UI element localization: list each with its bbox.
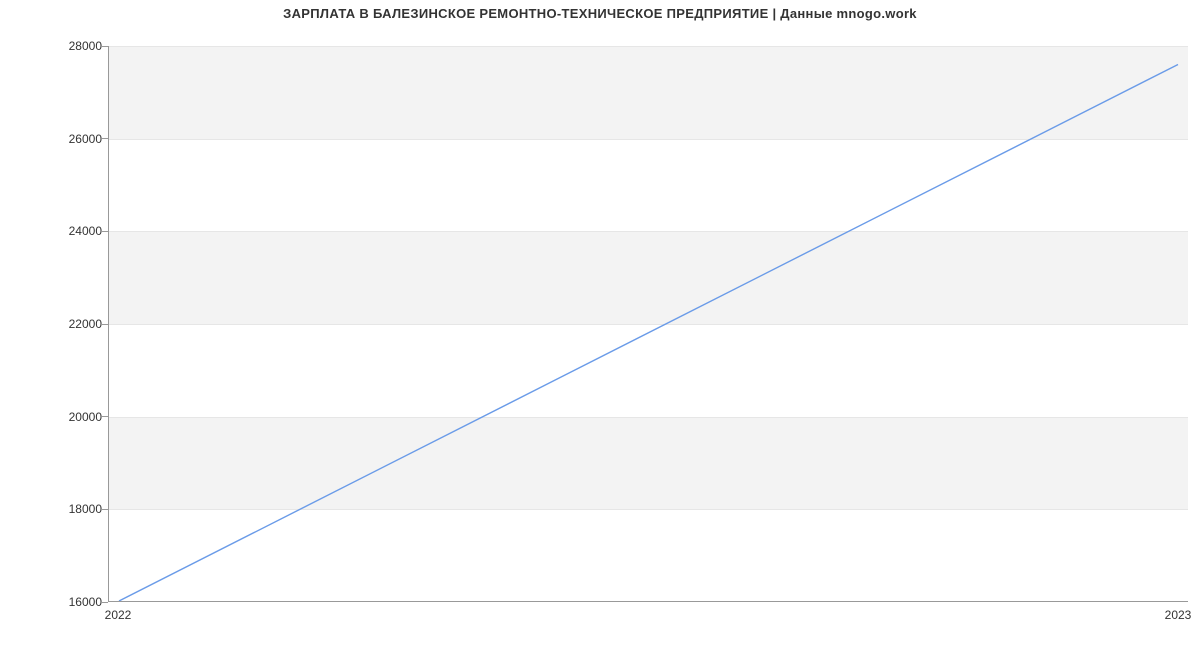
chart-title: ЗАРПЛАТА В БАЛЕЗИНСКОЕ РЕМОНТНО-ТЕХНИЧЕС… xyxy=(0,6,1200,21)
y-tick-label: 16000 xyxy=(69,595,102,609)
salary-line-chart: ЗАРПЛАТА В БАЛЕЗИНСКОЕ РЕМОНТНО-ТЕХНИЧЕС… xyxy=(0,0,1200,650)
y-tick-label: 22000 xyxy=(69,317,102,331)
data-line xyxy=(109,46,1188,601)
y-tick-label: 24000 xyxy=(69,224,102,238)
y-tick-label: 20000 xyxy=(69,410,102,424)
plot-area xyxy=(108,46,1188,602)
y-tick-label: 28000 xyxy=(69,39,102,53)
y-tick-label: 26000 xyxy=(69,132,102,146)
x-tick-label: 2023 xyxy=(1165,608,1192,622)
y-tick-label: 18000 xyxy=(69,502,102,516)
x-tick-label: 2022 xyxy=(105,608,132,622)
